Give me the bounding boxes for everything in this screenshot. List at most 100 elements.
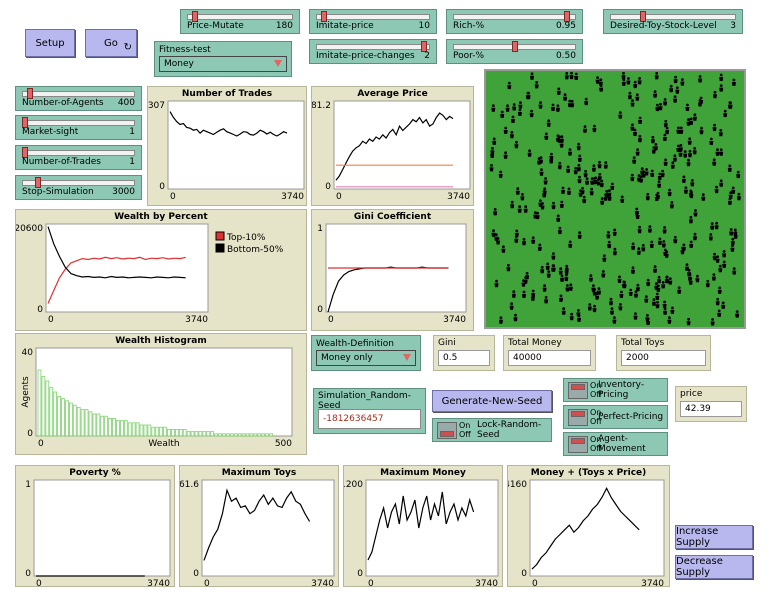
slider-value: 400 [117,98,135,108]
lock-random-seed-switch[interactable]: On Off Lock-Random-Seed [432,418,552,442]
generate-new-seed-button[interactable]: Generate-New-Seed [432,390,552,412]
slider-market-sight[interactable]: Market-sight 1 [15,115,142,140]
agent-person-icon [714,221,719,230]
agent-person-icon [501,245,506,253]
y-tick-max: 307 [148,101,165,111]
agent-person-icon [534,81,539,89]
agent-person-icon [688,216,693,224]
agent-person-icon [713,90,717,99]
agent-person-icon [729,228,734,236]
switch-toggle[interactable] [437,422,457,439]
agent-person-icon [537,243,542,251]
agent-person-icon [512,103,517,111]
go-button[interactable]: Go ↻ [85,29,137,57]
agent-person-icon [689,117,694,125]
agent-person-icon [722,260,727,268]
agent-person-icon [620,195,625,203]
slider-value: 10 [418,21,430,31]
agent-person-icon [670,306,675,314]
agent-person-icon [602,254,607,262]
agent-person-icon [551,201,556,210]
perfect-pricing-switch[interactable]: On Off Perfect-Pricing [563,405,668,429]
switch-toggle[interactable] [568,409,588,426]
agent-person-icon [673,75,678,84]
decrease-supply-button[interactable]: Decrease Supply [675,555,753,579]
agent-person-icon [668,277,673,285]
chooser-title: Wealth-Definition [316,339,394,349]
agent-person-icon [712,252,717,261]
x-tick-max: 3740 [311,579,334,586]
slider-label: Price-Mutate [187,21,244,31]
slider-imitate-price-changes[interactable]: Imitate-price-changes 2 [309,39,437,64]
agent-person-icon [551,103,555,111]
x-tick-max: 3740 [443,315,466,325]
agent-person-icon [710,222,715,230]
agent-person-icon [662,226,667,234]
slider-imitate-price[interactable]: Imitate-price 10 [309,9,437,34]
monitor-title: Gini [438,338,456,348]
slider-value: 0.50 [555,51,576,61]
slider-thumb[interactable] [511,41,518,52]
agent-person-icon [657,237,662,245]
agent-person-icon [669,201,674,209]
slider-poor[interactable]: Poor-% 0.50 [446,39,583,64]
legend-swatch [215,231,225,241]
agent-person-icon [683,150,688,158]
price-monitor: price 42.39 [675,386,747,422]
agent-person-icon [672,154,677,162]
slider-desired-toy-stock[interactable]: Desired-Toy-Stock-Level 3 [603,9,743,34]
agent-person-icon [610,182,615,190]
slider-price-mutate[interactable]: Price-Mutate 180 [180,9,300,34]
plot-svg: 40 00 500 Wealth Agents [21,347,293,449]
agent-person-icon [722,250,727,258]
agent-person-icon [718,264,723,273]
inventory-pricing-switch[interactable]: On Off Inventory-Pricing [563,378,668,402]
agent-person-icon [630,99,635,107]
agent-person-icon [685,263,689,271]
slider-track [22,91,135,97]
agent-person-icon [503,151,508,159]
switch-knob [571,438,585,444]
agent-person-icon [730,244,735,252]
agent-person-icon [617,275,622,283]
agent-person-icon [681,175,686,183]
x-tick-max: 3740 [475,579,498,586]
agent-person-icon [663,98,668,106]
agent-person-icon [574,72,579,80]
plot-money-plus-toys: Money + (Toys x Price)4160003740 [507,465,670,587]
agent-person-icon [544,132,549,140]
world-view[interactable] [484,69,746,329]
seed-value-field[interactable]: -1812636457 [318,409,421,429]
agent-person-icon [561,307,566,315]
switch-toggle[interactable] [568,382,588,399]
fitness-test-chooser[interactable]: Fitness-test Money [154,41,292,77]
agent-person-icon [736,192,741,201]
plot-svg: 4160 00 3740 [508,479,665,586]
agent-person-icon [489,164,494,172]
switch-on-label: On [459,421,471,430]
agent-person-icon [563,93,568,101]
increase-supply-button[interactable]: Increase Supply [675,525,753,549]
agent-person-icon [577,175,582,184]
agent-person-icon [513,313,518,322]
chooser-select[interactable]: Money only [316,350,416,366]
agent-person-icon [559,200,564,208]
agent-person-icon [597,160,602,169]
slider-label: Market-sight [22,127,79,137]
setup-button[interactable]: Setup [25,29,75,57]
agent-person-icon [664,250,669,258]
agent-person-icon [650,169,655,177]
slider-stop-simulation[interactable]: Stop-Simulation 3000 [15,175,142,200]
random-seed-input[interactable]: Simulation_Random-Seed -1812636457 [313,388,426,434]
agent-movement-switch[interactable]: On Off Agent-Movement [563,432,668,456]
chooser-select[interactable]: Money [159,56,287,72]
agent-person-icon [626,77,631,85]
slider-number-of-trades[interactable]: Number-of-Trades 1 [15,145,142,170]
wealth-definition-chooser[interactable]: Wealth-Definition Money only [311,335,421,371]
agent-person-icon [582,195,587,204]
agent-person-icon [657,180,662,188]
slider-number-of-agents[interactable]: Number-of-Agents 400 [15,86,142,111]
agent-person-icon [621,78,626,86]
slider-rich[interactable]: Rich-% 0.95 [446,9,583,34]
switch-toggle[interactable] [568,436,588,453]
